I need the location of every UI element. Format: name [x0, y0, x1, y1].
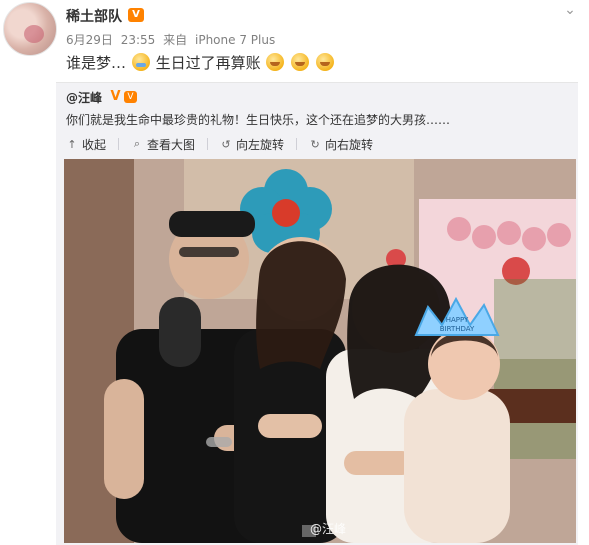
rotate-right-button[interactable]: ↻ 向右旋转	[309, 135, 373, 153]
author-avatar[interactable]	[3, 2, 57, 56]
vip-badge: V	[128, 8, 144, 22]
weibo-post: 稀土部队 V 6月29日 23:55 来自 iPhone 7 Plus ⌄ 谁是…	[0, 0, 589, 545]
divider	[118, 138, 120, 150]
post-text-after: 生日过了再算账	[155, 54, 261, 72]
view-large-label: 查看大图	[147, 137, 196, 152]
view-large-button[interactable]: ⌕ 查看大图	[131, 135, 195, 153]
post-text: 谁是梦… 生日过了再算账	[66, 52, 335, 74]
post-text-before: 谁是梦…	[66, 54, 127, 72]
image-toolbar: ↑ 收起 ⌕ 查看大图 ↺ 向左旋转 ↻ 向右旋转	[66, 135, 373, 153]
post-source-prefix: 来自	[163, 33, 188, 47]
divider	[207, 138, 209, 150]
verified-icon: V	[110, 89, 121, 104]
rotate-left-button[interactable]: ↺ 向左旋转	[220, 135, 284, 153]
post-meta: 6月29日 23:55 来自 iPhone 7 Plus	[66, 31, 279, 48]
divider	[296, 138, 298, 150]
chevron-down-icon[interactable]: ⌄	[563, 3, 577, 17]
grin-emoji-icon	[315, 53, 334, 71]
post-photo[interactable]: HAPPY BIRTHDAY @汪峰	[64, 159, 576, 543]
magnify-icon: ⌕	[133, 137, 141, 150]
repost-text: 你们就是我生命中最珍贵的礼物！生日快乐，这个还在追梦的大男孩……	[66, 113, 451, 127]
laugh-cry-emoji-icon	[131, 53, 150, 71]
collapse-button[interactable]: ↑ 收起	[66, 135, 106, 153]
grin-emoji-icon	[266, 53, 285, 71]
post-date[interactable]: 6月29日	[66, 33, 113, 47]
collapse-icon: ↑	[67, 137, 77, 151]
author-name[interactable]: 稀土部队	[66, 6, 122, 26]
post-time[interactable]: 23:55	[121, 33, 156, 47]
crown-text-line2: BIRTHDAY	[440, 325, 475, 333]
collapse-label: 收起	[82, 137, 107, 152]
rotate-right-label: 向右旋转	[325, 137, 374, 152]
grin-emoji-icon	[291, 53, 310, 71]
rotate-left-icon: ↺	[221, 137, 231, 151]
post-source-device[interactable]: iPhone 7 Plus	[195, 33, 275, 47]
photo-illustration: HAPPY BIRTHDAY	[64, 159, 576, 543]
person-baby: HAPPY BIRTHDAY	[404, 296, 510, 543]
photo-watermark: @汪峰	[309, 522, 346, 536]
repost-box: @汪峰 V V 你们就是我生命中最珍贵的礼物！生日快乐，这个还在追梦的大男孩………	[56, 82, 578, 545]
rotate-left-label: 向左旋转	[236, 137, 285, 152]
crown-text-line1: HAPPY	[446, 316, 469, 324]
rotate-right-icon: ↻	[310, 137, 320, 151]
vip-badge: V	[124, 91, 137, 103]
repost-author[interactable]: @汪峰	[66, 89, 102, 106]
